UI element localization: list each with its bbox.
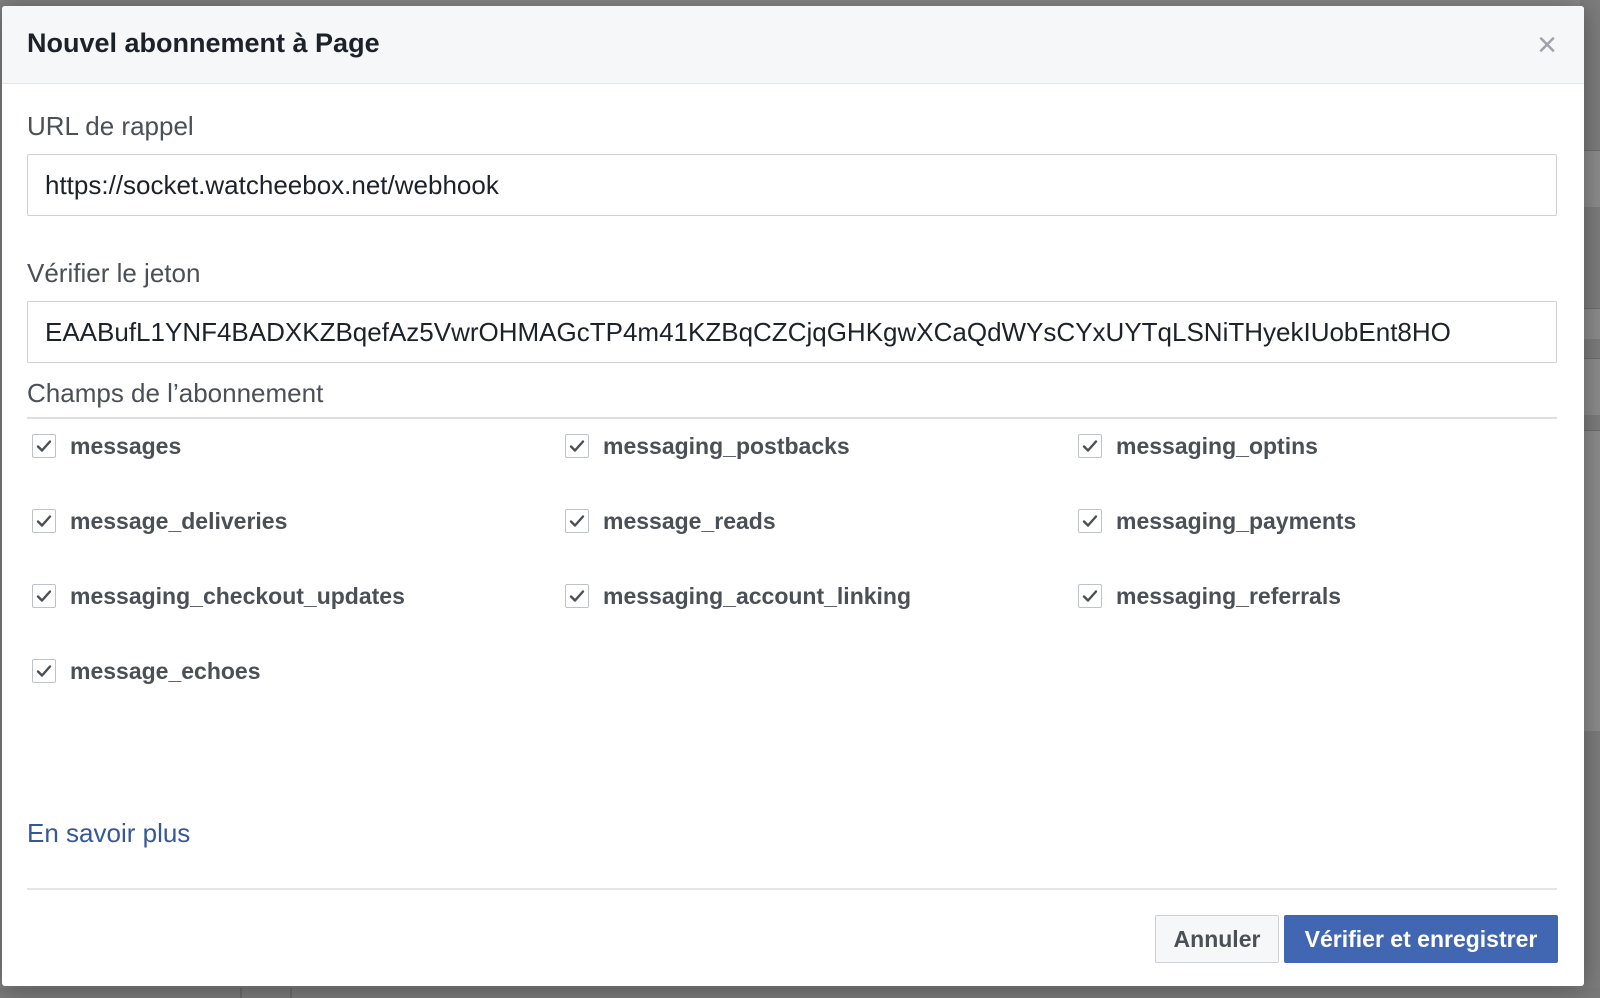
checkbox[interactable] (565, 434, 589, 458)
verify-token-input[interactable] (27, 301, 1557, 363)
footer-divider (27, 888, 1557, 890)
subscription-fields-label: Champs de l’abonnement (27, 378, 324, 408)
checkbox-label: message_reads (603, 508, 776, 534)
backdrop-divider (240, 988, 242, 998)
checkbox-label: messaging_referrals (1116, 583, 1342, 609)
checkmark-icon (1082, 440, 1098, 452)
checkbox-label: message_echoes (70, 658, 261, 684)
backdrop-fragment (1582, 430, 1600, 731)
checkbox-label: messaging_payments (1116, 508, 1357, 534)
subscription-field-messaging-checkout-updates[interactable]: messaging_checkout_updates (32, 582, 565, 657)
checkbox[interactable] (32, 509, 56, 533)
checkmark-icon (569, 515, 585, 527)
checkbox-label: message_deliveries (70, 508, 288, 534)
learn-more-link[interactable]: En savoir plus (27, 818, 190, 849)
checkbox-label: messaging_checkout_updates (70, 583, 405, 609)
subscription-field-messaging-postbacks[interactable]: messaging_postbacks (565, 432, 1078, 507)
checkbox[interactable] (1078, 509, 1102, 533)
checkbox[interactable] (32, 434, 56, 458)
verify-and-save-button[interactable]: Vérifier et enregistrer (1284, 915, 1558, 963)
callback-url-label: URL de rappel (27, 111, 194, 141)
subscription-field-messaging-referrals[interactable]: messaging_referrals (1078, 582, 1558, 657)
subscription-field-messages[interactable]: messages (32, 432, 565, 507)
cancel-button[interactable]: Annuler (1155, 915, 1279, 963)
subscription-field-message-reads[interactable]: message_reads (565, 507, 1078, 582)
checkmark-icon (1082, 590, 1098, 602)
callback-url-input[interactable] (27, 154, 1557, 216)
checkmark-icon (36, 515, 52, 527)
checkmark-icon (36, 590, 52, 602)
checkbox-label: messaging_account_linking (603, 583, 912, 609)
checkmark-icon (569, 590, 585, 602)
backdrop-divider (290, 988, 292, 998)
backdrop-fragment (1582, 150, 1600, 207)
checkmark-icon (36, 440, 52, 452)
checkbox[interactable] (565, 509, 589, 533)
subscription-field-messaging-payments[interactable]: messaging_payments (1078, 507, 1558, 582)
dialog-title: Nouvel abonnement à Page (27, 28, 380, 58)
checkbox[interactable] (32, 659, 56, 683)
checkmark-icon (1082, 515, 1098, 527)
checkbox-label: messages (70, 433, 182, 459)
close-icon: × (1537, 26, 1557, 64)
subscription-fields-grid: messages messaging_postbacks messaging_opt… (32, 432, 1562, 732)
checkbox[interactable] (32, 584, 56, 608)
subscription-field-message-echoes[interactable]: message_echoes (32, 657, 565, 732)
close-button[interactable]: × (1532, 28, 1562, 62)
checkbox[interactable] (565, 584, 589, 608)
checkbox[interactable] (1078, 434, 1102, 458)
subscription-field-message-deliveries[interactable]: message_deliveries (32, 507, 565, 582)
backdrop-fragment (1582, 308, 1600, 339)
checkbox-label: messaging_postbacks (603, 433, 850, 459)
checkmark-icon (36, 665, 52, 677)
backdrop-fragment (1582, 358, 1600, 415)
checkbox[interactable] (1078, 584, 1102, 608)
dialog-header: Nouvel abonnement à Page × (2, 6, 1584, 84)
new-page-subscription-dialog: Nouvel abonnement à Page × URL de rappel… (2, 6, 1584, 986)
section-divider (27, 417, 1557, 419)
subscription-field-messaging-account-linking[interactable]: messaging_account_linking (565, 582, 1078, 657)
verify-token-label: Vérifier le jeton (27, 258, 201, 288)
checkmark-icon (569, 440, 585, 452)
checkbox-label: messaging_optins (1116, 433, 1318, 459)
subscription-field-messaging-optins[interactable]: messaging_optins (1078, 432, 1558, 507)
